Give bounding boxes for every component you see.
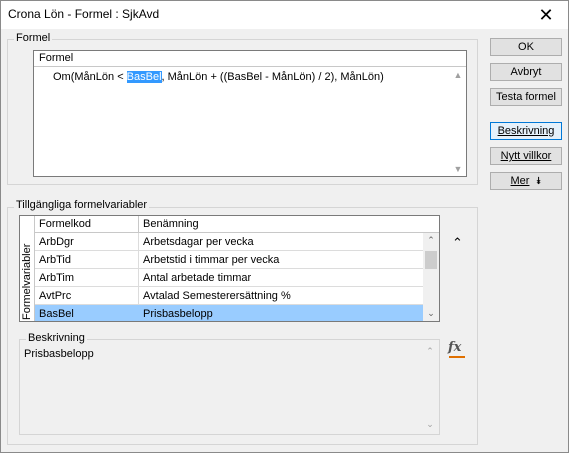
description-label: Beskrivning bbox=[26, 332, 87, 344]
cell-separator bbox=[138, 305, 139, 321]
row-name: Avtalad Semesterersättning % bbox=[143, 290, 291, 302]
collapse-chevron-icon[interactable]: ⌃ bbox=[452, 235, 463, 251]
close-button[interactable]: ✕ bbox=[524, 1, 568, 29]
cancel-button[interactable]: Avbryt bbox=[490, 63, 562, 81]
close-icon: ✕ bbox=[538, 4, 554, 25]
formula-selected-text[interactable]: BasBel bbox=[126, 71, 162, 83]
cell-separator bbox=[138, 287, 139, 305]
row-name: Prisbasbelopp bbox=[143, 308, 213, 320]
formula-editor[interactable]: Formel Om(MånLön < BasBel, MånLön + ((Ba… bbox=[33, 50, 467, 177]
row-name: Antal arbetade timmar bbox=[143, 272, 252, 284]
formula-text-before: Om(MånLön < bbox=[53, 71, 127, 83]
description-button[interactable]: Beskrivning bbox=[490, 122, 562, 140]
cell-separator bbox=[138, 269, 139, 287]
column-header-code[interactable]: Formelkod bbox=[39, 218, 91, 230]
ok-button[interactable]: OK bbox=[490, 38, 562, 56]
row-code: ArbTim bbox=[39, 272, 75, 284]
table-scrollbar[interactable]: ⌃ ⌄ bbox=[423, 233, 439, 321]
title-bar: Crona Lön - Formel : SjkAvd ✕ bbox=[1, 1, 568, 29]
row-code: AvtPrc bbox=[39, 290, 72, 302]
description-text: Prisbasbelopp bbox=[24, 348, 94, 360]
formula-header: Formel bbox=[34, 51, 466, 67]
window-title: Crona Lön - Formel : SjkAvd bbox=[8, 7, 160, 21]
cell-separator bbox=[138, 251, 139, 269]
scroll-down-icon[interactable]: ⌄ bbox=[422, 419, 438, 430]
fx-underline bbox=[449, 356, 465, 358]
row-code: ArbDgr bbox=[39, 236, 74, 248]
cell-separator bbox=[138, 233, 139, 251]
fx-icon-text: fx bbox=[448, 340, 462, 355]
more-button-label: Mer bbox=[510, 175, 530, 187]
table-row[interactable]: ArbDgr Arbetsdagar per vecka bbox=[35, 233, 439, 251]
table-row[interactable]: ArbTid Arbetstid i timmar per vecka bbox=[35, 251, 439, 269]
scroll-up-icon[interactable]: ▲ bbox=[450, 70, 466, 80]
variables-side-label: Formelvariabler bbox=[21, 243, 33, 320]
formula-text-after: , MånLön + ((BasBel - MånLön) / 2), MånL… bbox=[161, 71, 384, 83]
test-formula-button[interactable]: Testa formel bbox=[490, 88, 562, 106]
formula-text[interactable]: Om(MånLön < BasBel, MånLön + ((BasBel - … bbox=[53, 71, 384, 83]
more-button[interactable]: Mer ⯯ bbox=[490, 172, 562, 190]
new-condition-button[interactable]: Nytt villkor bbox=[490, 147, 562, 165]
variables-group-label: Tillgängliga formelvariabler bbox=[14, 199, 150, 211]
scroll-thumb[interactable] bbox=[425, 251, 437, 269]
formula-header-label: Formel bbox=[39, 52, 74, 64]
function-fx-icon[interactable]: fx bbox=[448, 340, 468, 360]
row-name: Arbetsdagar per vecka bbox=[143, 236, 254, 248]
scroll-down-icon[interactable]: ▼ bbox=[450, 164, 466, 174]
scroll-up-icon[interactable]: ⌃ bbox=[423, 235, 439, 246]
table-row[interactable]: AvtPrc Avtalad Semesterersättning % bbox=[35, 287, 439, 305]
new-condition-button-label: Nytt villkor bbox=[500, 150, 552, 162]
table-header: Formelkod Benämning bbox=[35, 216, 439, 233]
formula-group-label: Formel bbox=[14, 32, 53, 44]
formula-scrollbar[interactable]: ▲ ▼ bbox=[450, 68, 466, 176]
double-chevron-down-icon: ⯯ bbox=[535, 175, 542, 187]
variables-table[interactable]: Formelvariabler Formelkod Benämning ArbD… bbox=[19, 215, 440, 322]
column-separator[interactable] bbox=[138, 216, 139, 233]
dialog-window: Crona Lön - Formel : SjkAvd ✕ Formel For… bbox=[0, 0, 569, 453]
variables-side-strip: Formelvariabler bbox=[20, 216, 35, 321]
scroll-up-icon[interactable]: ⌃ bbox=[422, 346, 438, 357]
column-header-name[interactable]: Benämning bbox=[143, 218, 199, 230]
row-name: Arbetstid i timmar per vecka bbox=[143, 254, 280, 266]
row-code: BasBel bbox=[39, 308, 74, 320]
table-row-selected[interactable]: BasBel Prisbasbelopp bbox=[35, 305, 439, 321]
scroll-down-icon[interactable]: ⌄ bbox=[423, 308, 439, 319]
table-row[interactable]: ArbTim Antal arbetade timmar bbox=[35, 269, 439, 287]
row-code: ArbTid bbox=[39, 254, 71, 266]
description-button-label: Beskrivning bbox=[497, 125, 555, 137]
description-scrollbar[interactable]: ⌃ ⌄ bbox=[422, 344, 438, 432]
